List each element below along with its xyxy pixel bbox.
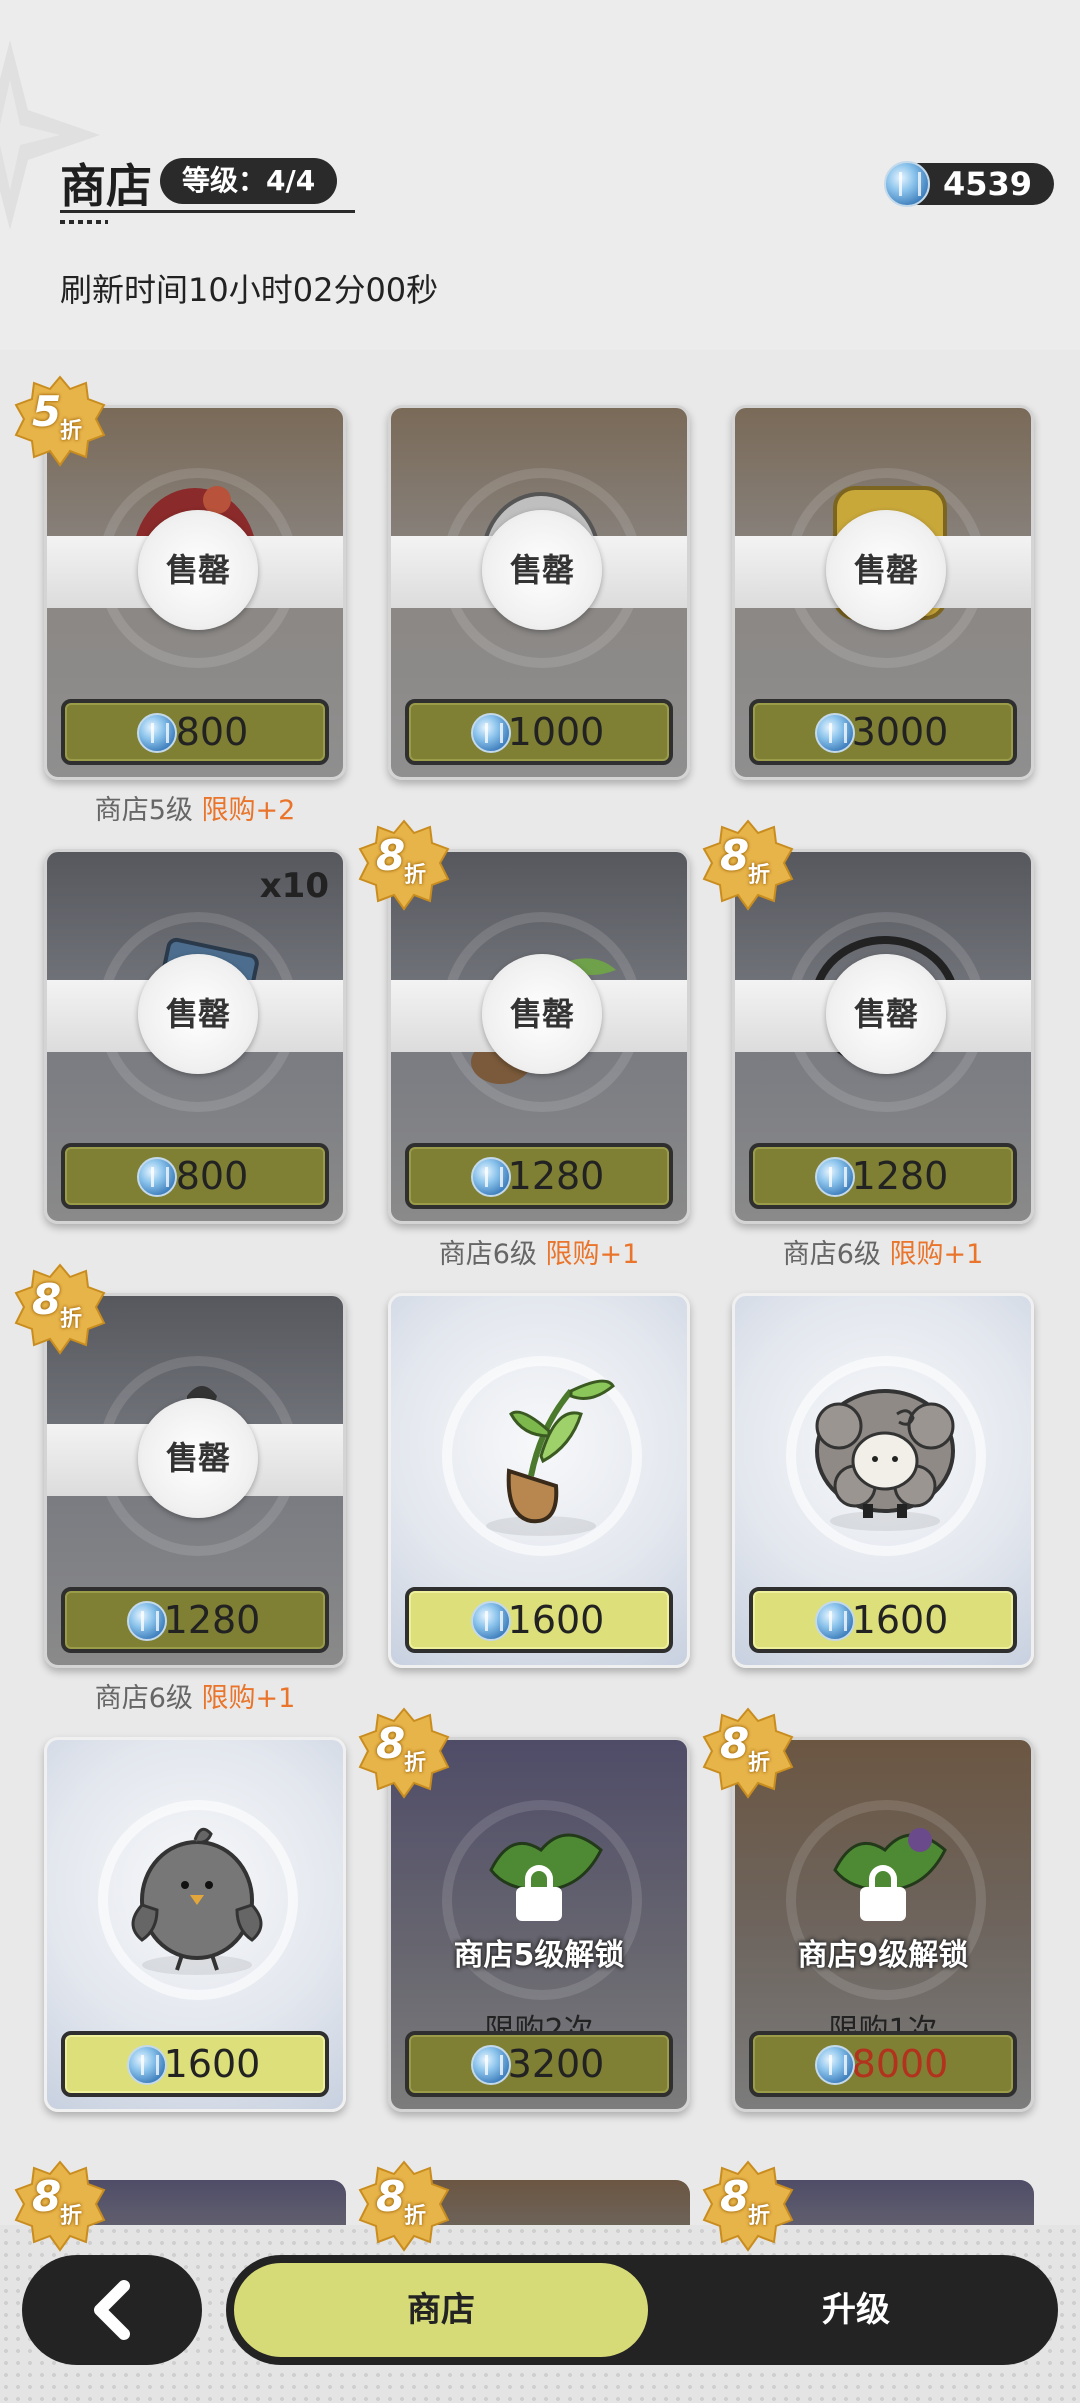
discount-badge: 5 折 (14, 375, 106, 467)
discount-badge: 8 折 (358, 819, 450, 911)
shop-item[interactable]: 售罄 800 5 折 商店5级 限购+2 (14, 375, 346, 826)
lock-icon (516, 1865, 562, 1921)
tab-bar: 商店 升级 (226, 2255, 1058, 2365)
unlock-requirement: 商店9级解锁 (797, 1938, 969, 1973)
lock-icon (860, 1865, 906, 1921)
item-card[interactable]: x10 售罄 800 (44, 849, 346, 1224)
discount-badge: 8 折 (702, 1707, 794, 1799)
price-bar[interactable]: 1600 (405, 1587, 673, 1653)
price-bar[interactable]: 800 (61, 699, 329, 765)
purchase-limit-note: 商店6级 限购+1 (782, 1239, 984, 1270)
price-value: 1280 (163, 1598, 261, 1642)
currency-amount: 4539 (942, 165, 1032, 203)
item-card[interactable]: 售罄 3000 (732, 405, 1034, 780)
coin-icon (127, 1601, 167, 1641)
price-value: 3000 (851, 710, 949, 754)
sold-out-label: 售罄 (482, 954, 602, 1074)
discount-badge: 8折 (702, 2160, 794, 2252)
refresh-timer: 刷新时间10小时02分00秒 (60, 271, 439, 309)
back-button[interactable] (22, 2255, 202, 2365)
price-value: 1280 (851, 1154, 949, 1198)
coin-icon (127, 2045, 167, 2085)
item-quantity: x10 (259, 866, 329, 906)
sheep-icon (815, 1389, 955, 1531)
item-card[interactable]: 1600 (44, 1737, 346, 2112)
item-card[interactable]: 售罄 1000 (388, 405, 690, 780)
price-bar[interactable]: 1600 (61, 2031, 329, 2097)
price-value: 1000 (507, 710, 605, 754)
title-underline (60, 210, 355, 213)
coin-icon (815, 713, 855, 753)
bottom-nav: 商店 升级 (0, 2225, 1080, 2403)
item-card[interactable]: 1600 (388, 1293, 690, 1668)
sold-out-label: 售罄 (138, 510, 258, 630)
coin-icon (815, 1601, 855, 1641)
price-bar[interactable]: 3000 (749, 699, 1017, 765)
purchase-limit-note: 商店6级 限购+1 (94, 1683, 296, 1714)
sold-out-label: 售罄 (138, 1398, 258, 1518)
coin-icon (471, 1157, 511, 1197)
shop-item[interactable]: 售罄 1000 (388, 405, 690, 780)
sold-out-label: 售罄 (138, 954, 258, 1074)
shop-header: 商店 等级：4/4 4539 刷新时间10小时02分00秒 (0, 0, 1080, 350)
price-value: 1600 (163, 2042, 261, 2086)
coin-icon (815, 1157, 855, 1197)
sold-out-label: 售罄 (482, 510, 602, 630)
page-title: 商店 (60, 159, 152, 213)
coin-icon (884, 161, 930, 207)
unlock-requirement: 商店5级解锁 (453, 1938, 625, 1973)
coin-icon (471, 2045, 511, 2085)
price-value: 3200 (507, 2042, 605, 2086)
discount-badge: 8折 (14, 2160, 106, 2252)
shop-item[interactable]: 售罄 1280 8 折 商店6级 限购+1 (702, 819, 1034, 1270)
item-card[interactable]: 1600 (732, 1293, 1034, 1668)
sprout-pot-icon (486, 1379, 615, 1536)
coin-icon (471, 1601, 511, 1641)
tab-shop[interactable]: 商店 (234, 2263, 648, 2357)
shop-item[interactable]: 1600 (44, 1737, 346, 2112)
price-value: 800 (175, 1154, 249, 1198)
shop-item[interactable]: 商店9级解锁 限购1次 8000 8 折 (702, 1707, 1034, 2112)
shop-item[interactable]: 1600 (732, 1293, 1034, 1668)
price-bar[interactable]: 1000 (405, 699, 673, 765)
tab-upgrade[interactable]: 升级 (666, 2263, 1046, 2357)
coin-icon (471, 713, 511, 753)
price-bar[interactable]: 1280 (61, 1587, 329, 1653)
currency-balance: 4539 (884, 161, 1054, 207)
shop-level-badge: 等级：4/4 (160, 158, 338, 204)
coin-icon (137, 1157, 177, 1197)
price-bar[interactable]: 8000 (749, 2031, 1017, 2097)
shop-item[interactable]: x10 售罄 800 (44, 849, 346, 1224)
price-bar[interactable]: 1280 (749, 1143, 1017, 1209)
price-bar[interactable]: 1600 (749, 1587, 1017, 1653)
discount-badge: 8 折 (358, 1707, 450, 1799)
price-value: 800 (175, 710, 249, 754)
purchase-limit-note: 商店5级 限购+2 (94, 795, 296, 826)
gray-bird-icon (131, 1827, 263, 1975)
discount-badge: 8 折 (14, 1263, 106, 1355)
sold-out-label: 售罄 (826, 954, 946, 1074)
discount-badge: 8折 (358, 2160, 450, 2252)
shop-item[interactable]: 售罄 1280 8 折 商店6级 限购+1 (358, 819, 690, 1270)
price-value: 1600 (507, 1598, 605, 1642)
coin-icon (137, 713, 177, 753)
coin-icon (815, 2045, 855, 2085)
discount-badge: 8 折 (702, 819, 794, 911)
shop-item[interactable]: 1600 (388, 1293, 690, 1668)
price-value: 1600 (851, 1598, 949, 1642)
price-value: 8000 (851, 2042, 949, 2086)
price-bar[interactable]: 1280 (405, 1143, 673, 1209)
title-dots (60, 220, 108, 224)
back-arrow-icon (94, 2280, 130, 2340)
sold-out-label: 售罄 (826, 510, 946, 630)
shop-item[interactable]: 售罄 3000 (732, 405, 1034, 780)
price-value: 1280 (507, 1154, 605, 1198)
price-bar[interactable]: 3200 (405, 2031, 673, 2097)
purchase-limit-note: 商店6级 限购+1 (438, 1239, 640, 1270)
shop-item[interactable]: 商店5级解锁 限购2次 3200 8 折 (358, 1707, 690, 2112)
price-bar[interactable]: 800 (61, 1143, 329, 1209)
shop-item[interactable]: 售罄 1280 8 折 商店6级 限购+1 (14, 1263, 346, 1714)
